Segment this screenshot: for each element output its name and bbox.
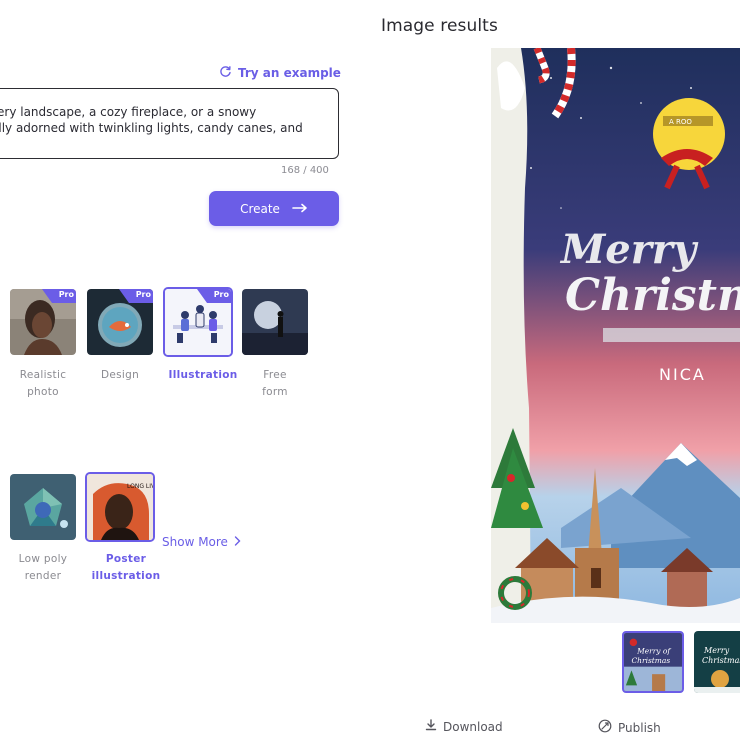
prompt-line-2: ally adorned with twinkling lights, cand… <box>0 121 303 135</box>
style-label-illustration: Illustration <box>168 369 238 381</box>
style-label-poster-illustration: Poster illustration <box>91 553 161 582</box>
style-thumb-illustration[interactable]: Pro <box>163 287 233 357</box>
arrow-right-icon <box>292 202 308 216</box>
prompt-textarea[interactable]: ery landscape, a cozy fireplace, or a sn… <box>0 88 339 159</box>
refresh-icon <box>219 63 232 82</box>
svg-text:Christmas: Christmas <box>631 656 670 665</box>
show-more-link[interactable]: Show More <box>162 535 241 549</box>
pro-badge: Pro <box>42 289 76 303</box>
poster-illustration-image: LONG LIVE <box>87 474 153 540</box>
poster-title-line2: Christm <box>565 270 740 321</box>
poster-title-line1: Merry <box>559 226 699 273</box>
style-label-low-poly-render: Low poly render <box>18 553 68 582</box>
publish-icon <box>598 719 612 736</box>
publish-button[interactable]: Publish <box>598 719 661 736</box>
result-image[interactable]: A ROO Merry Christm NICA <box>491 48 740 623</box>
prompt-line-1: ery landscape, a cozy fireplace, or a sn… <box>0 105 257 119</box>
thumbnail-2-image: Merry Christmas <box>694 631 740 693</box>
show-more-label: Show More <box>162 535 228 549</box>
pro-badge: Pro <box>119 289 153 303</box>
svg-text:Merry: Merry <box>703 646 730 655</box>
style-label-design: Design <box>100 369 140 381</box>
style-label-realistic-photo: Realistic photo <box>19 369 67 398</box>
style-label-free-form: Free form <box>262 369 288 398</box>
download-icon <box>425 719 437 734</box>
page-title: Image results <box>381 16 498 36</box>
low-poly-render-image <box>10 474 76 540</box>
style-thumb-realistic-photo[interactable]: Pro <box>10 289 76 355</box>
chevron-right-icon <box>234 535 241 549</box>
result-thumbnail-2[interactable]: Merry Christmas <box>694 631 740 693</box>
pro-badge: Pro <box>197 289 231 303</box>
create-button-label: Create <box>240 201 280 216</box>
sign-text: A ROO <box>669 118 692 126</box>
poster-subtitle: NICA <box>659 365 706 384</box>
svg-text:Merry of: Merry of <box>636 647 671 656</box>
style-thumb-free-form[interactable] <box>242 289 308 355</box>
create-button[interactable]: Create <box>209 191 339 226</box>
result-thumbnail-1[interactable]: Merry of Christmas <box>622 631 684 693</box>
svg-text:LONG LIVE: LONG LIVE <box>127 483 153 490</box>
publish-label: Publish <box>618 720 661 735</box>
download-button[interactable]: Download <box>425 719 503 734</box>
try-example-label: Try an example <box>238 65 341 80</box>
style-thumb-poster-illustration[interactable]: LONG LIVE <box>85 472 155 542</box>
character-counter: 168 / 400 <box>281 165 329 176</box>
christmas-poster-image: A ROO Merry Christm NICA <box>491 48 740 623</box>
style-thumb-low-poly-render[interactable] <box>10 474 76 540</box>
download-label: Download <box>443 719 503 734</box>
free-form-image <box>242 289 308 355</box>
svg-text:Christmas: Christmas <box>702 656 740 665</box>
try-example-link[interactable]: Try an example <box>219 63 341 82</box>
style-thumb-design[interactable]: Pro <box>87 289 153 355</box>
thumbnail-1-image: Merry of Christmas <box>624 633 682 691</box>
